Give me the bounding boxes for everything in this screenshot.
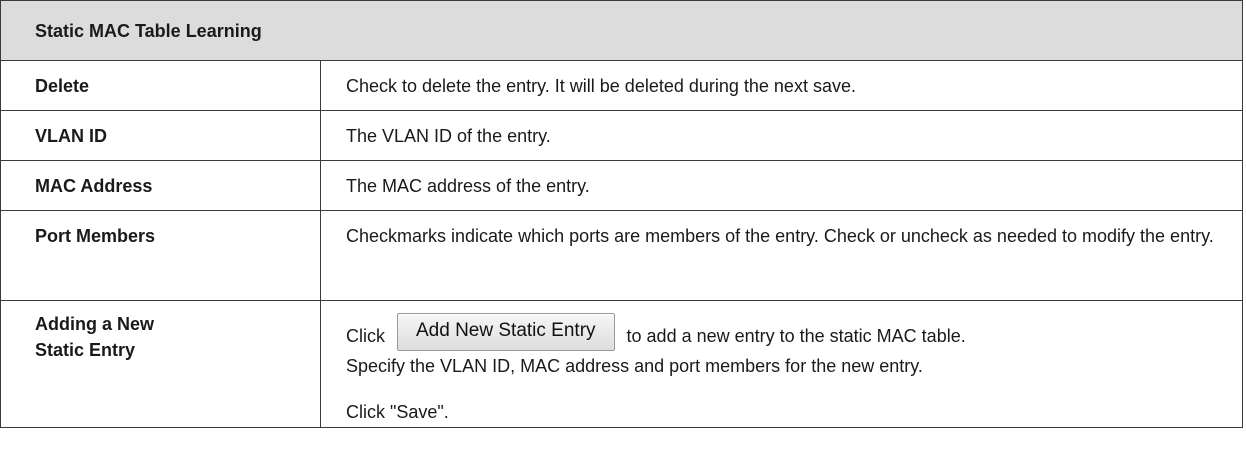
description-delete: Check to delete the entry. It will be de… [320,60,1243,111]
term-vlan-id: VLAN ID [0,110,321,161]
term-delete: Delete [0,60,321,111]
click-prefix: Click [346,326,385,346]
term-port-members: Port Members [0,210,321,301]
after-button-text: to add a new entry to the static MAC tab… [626,326,966,346]
term-adding-line1: Adding a New [35,314,155,334]
table-heading: Static MAC Table Learning [0,0,1243,61]
term-adding-line2: Static Entry [35,340,136,360]
term-mac-address: MAC Address [0,160,321,211]
add-new-static-entry-button[interactable]: Add New Static Entry [397,313,615,351]
table-row: Adding a New Static Entry Click Add New … [0,300,1243,428]
table-row: Delete Check to delete the entry. It wil… [0,60,1243,111]
term-adding-new-static-entry: Adding a New Static Entry [0,300,321,428]
description-vlan-id: The VLAN ID of the entry. [320,110,1243,161]
description-port-members: Checkmarks indicate which ports are memb… [320,210,1243,301]
description-mac-address: The MAC address of the entry. [320,160,1243,211]
click-save-text: Click "Save". [346,402,449,422]
table-row: Port Members Checkmarks indicate which p… [0,210,1243,301]
table-row: MAC Address The MAC address of the entry… [0,160,1243,211]
specify-text: Specify the VLAN ID, MAC address and por… [346,356,923,376]
table-row: VLAN ID The VLAN ID of the entry. [0,110,1243,161]
description-adding-new-static-entry: Click Add New Static Entry to add a new … [320,300,1243,428]
add-entry-instruction: Click Add New Static Entry to add a new … [346,313,1222,351]
static-mac-table-doc: Static MAC Table Learning Delete Check t… [0,0,1243,428]
